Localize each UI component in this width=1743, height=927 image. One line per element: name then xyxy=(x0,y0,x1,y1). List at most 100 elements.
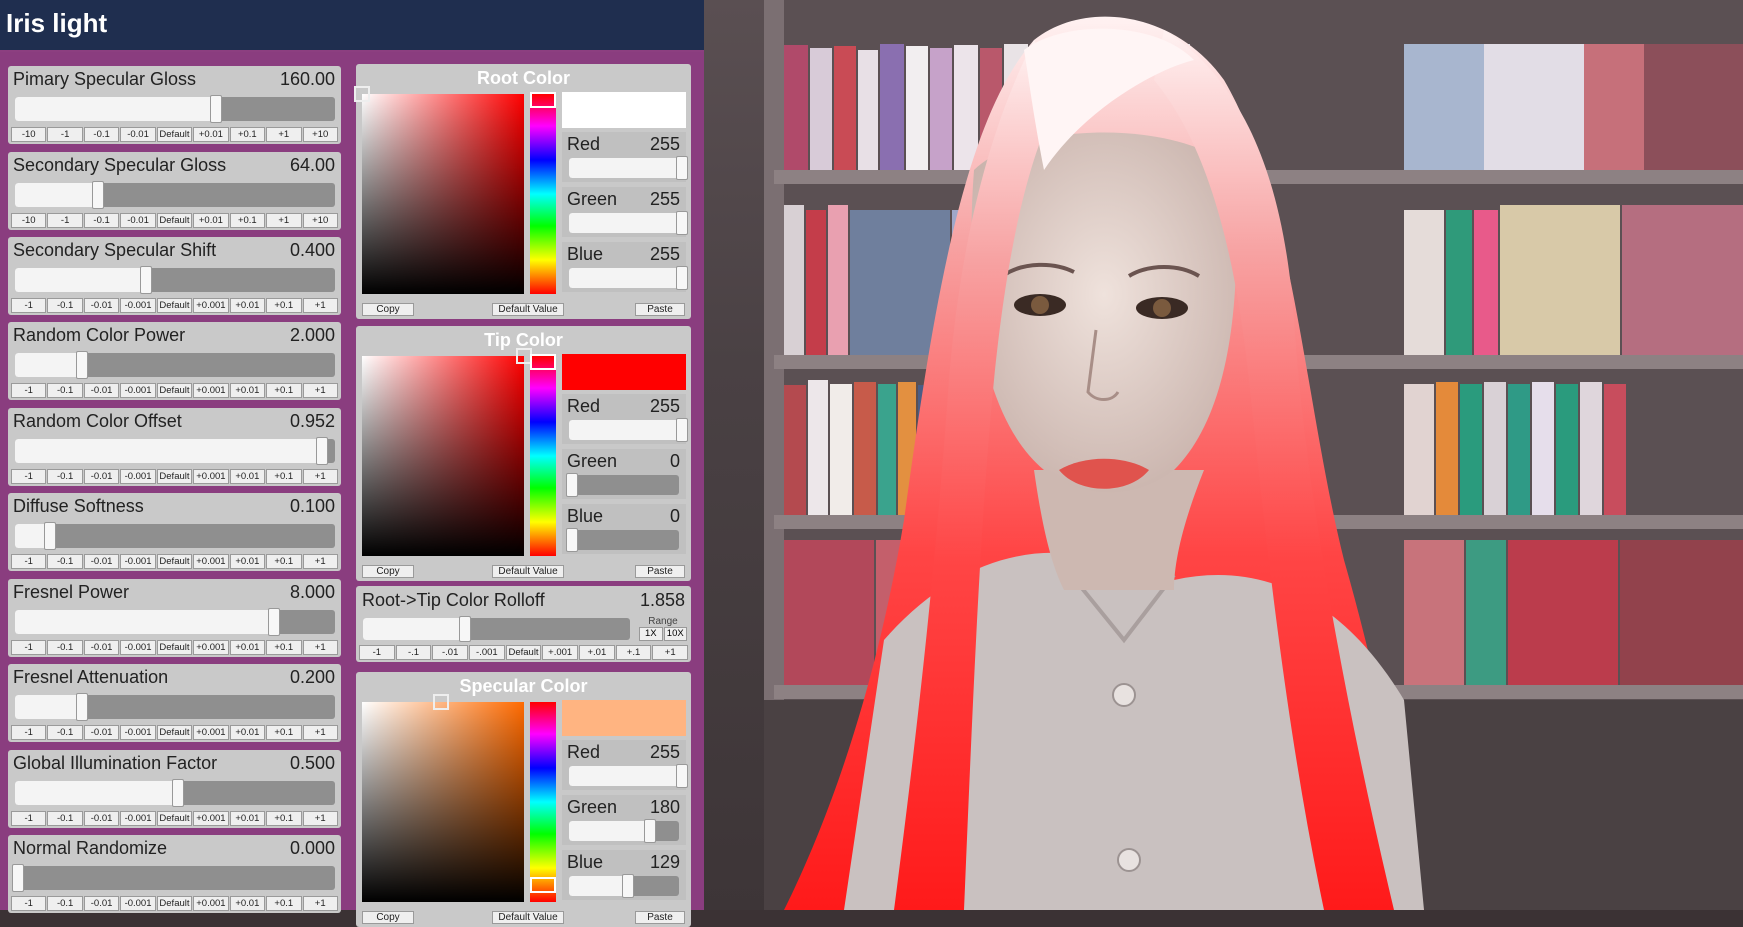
step-button[interactable]: Default xyxy=(156,811,193,826)
step-button[interactable]: -.001 xyxy=(469,645,505,660)
step-button[interactable]: -1 xyxy=(11,896,47,911)
channel-value[interactable]: 255 xyxy=(650,244,680,265)
channel-slider[interactable] xyxy=(566,528,679,552)
step-button[interactable]: +0.1 xyxy=(266,469,302,484)
paste-button[interactable]: Paste xyxy=(635,565,685,578)
channel-value[interactable]: 255 xyxy=(650,134,680,155)
step-button[interactable]: +0.1 xyxy=(266,640,302,655)
step-button[interactable]: +0.1 xyxy=(266,298,302,313)
step-button[interactable]: +0.1 xyxy=(229,213,266,228)
step-button[interactable]: +1 xyxy=(302,383,338,398)
step-button[interactable]: +0.1 xyxy=(229,127,266,142)
step-button[interactable]: +1 xyxy=(302,896,338,911)
step-button[interactable]: +10 xyxy=(302,127,338,142)
step-button[interactable]: +0.01 xyxy=(229,298,266,313)
step-button[interactable]: +1 xyxy=(302,811,338,826)
step-button[interactable]: Default xyxy=(156,383,193,398)
step-button[interactable]: +0.1 xyxy=(266,554,302,569)
channel-knob[interactable] xyxy=(676,764,688,788)
step-button[interactable]: -0.01 xyxy=(120,213,156,228)
step-button[interactable]: Default xyxy=(156,469,193,484)
step-button[interactable]: +0.01 xyxy=(193,213,229,228)
step-button[interactable]: -0.1 xyxy=(47,640,83,655)
paste-button[interactable]: Paste xyxy=(635,303,685,316)
slider-track[interactable] xyxy=(12,864,335,892)
hue-strip[interactable] xyxy=(530,356,556,556)
step-button[interactable]: -0.01 xyxy=(83,896,120,911)
step-button[interactable]: -0.1 xyxy=(47,298,83,313)
slider-knob[interactable] xyxy=(44,522,56,550)
step-button[interactable]: Default xyxy=(156,298,193,313)
step-button[interactable]: -0.001 xyxy=(120,554,156,569)
slider-knob[interactable] xyxy=(140,266,152,294)
slider-value[interactable]: 0.952 xyxy=(290,411,335,432)
step-button[interactable]: -0.1 xyxy=(47,554,83,569)
step-button[interactable]: +0.01 xyxy=(229,383,266,398)
step-button[interactable]: -0.01 xyxy=(83,298,120,313)
step-button[interactable]: -0.1 xyxy=(47,383,83,398)
step-button[interactable]: -0.01 xyxy=(83,383,120,398)
slider-track[interactable] xyxy=(15,95,335,123)
step-button[interactable]: +0.1 xyxy=(266,896,302,911)
rolloff-value[interactable]: 1.858 xyxy=(640,590,685,611)
step-button[interactable]: -0.01 xyxy=(83,469,120,484)
channel-slider[interactable] xyxy=(569,211,688,235)
step-button[interactable]: -0.001 xyxy=(120,811,156,826)
step-button[interactable]: +0.001 xyxy=(193,811,229,826)
step-button[interactable]: +0.001 xyxy=(193,298,229,313)
default-value-button[interactable]: Default Value xyxy=(492,565,564,578)
channel-slider[interactable] xyxy=(569,156,688,180)
channel-value[interactable]: 255 xyxy=(650,742,680,763)
step-button[interactable]: -10 xyxy=(11,213,47,228)
step-button[interactable]: -0.01 xyxy=(120,127,156,142)
channel-value[interactable]: 255 xyxy=(650,189,680,210)
step-button[interactable]: +0.001 xyxy=(193,640,229,655)
default-value-button[interactable]: Default Value xyxy=(492,911,564,924)
channel-slider[interactable] xyxy=(569,819,679,843)
step-button[interactable]: Default xyxy=(156,640,193,655)
step-button[interactable]: +1 xyxy=(266,127,302,142)
slider-track[interactable] xyxy=(15,437,335,465)
step-button[interactable]: -1 xyxy=(11,469,47,484)
window-title[interactable]: Iris light xyxy=(0,0,704,50)
copy-button[interactable]: Copy xyxy=(362,303,414,316)
slider-knob[interactable] xyxy=(76,351,88,379)
slider-value[interactable]: 2.000 xyxy=(290,325,335,346)
slider-track[interactable] xyxy=(15,522,335,550)
step-button[interactable]: -1 xyxy=(359,645,395,660)
hue-marker[interactable] xyxy=(530,354,556,370)
saturation-value-field[interactable] xyxy=(362,702,524,902)
step-button[interactable]: +0.001 xyxy=(193,896,229,911)
sv-marker[interactable] xyxy=(354,86,370,102)
step-button[interactable]: +0.1 xyxy=(266,811,302,826)
step-button[interactable]: -0.1 xyxy=(47,811,83,826)
step-button[interactable]: +.001 xyxy=(542,645,579,660)
step-button[interactable]: +1 xyxy=(302,469,338,484)
step-button[interactable]: +.1 xyxy=(615,645,652,660)
step-button[interactable]: +0.01 xyxy=(229,896,266,911)
step-button[interactable]: -0.001 xyxy=(120,725,156,740)
channel-value[interactable]: 255 xyxy=(650,396,680,417)
step-button[interactable]: +1 xyxy=(652,645,689,660)
sv-marker[interactable] xyxy=(433,694,450,710)
channel-knob[interactable] xyxy=(676,156,688,180)
step-button[interactable]: +0.01 xyxy=(229,554,266,569)
slider-track[interactable] xyxy=(15,181,335,209)
channel-knob[interactable] xyxy=(643,819,656,843)
step-button[interactable]: +1 xyxy=(266,213,302,228)
slider-value[interactable]: 0.400 xyxy=(290,240,335,261)
slider-knob[interactable] xyxy=(210,95,223,123)
channel-knob[interactable] xyxy=(566,473,578,497)
saturation-value-field[interactable] xyxy=(362,356,524,556)
step-button[interactable]: -0.001 xyxy=(120,298,156,313)
slider-track[interactable] xyxy=(15,693,335,721)
slider-value[interactable]: 0.000 xyxy=(290,838,335,859)
step-button[interactable]: +0.001 xyxy=(193,554,229,569)
hue-strip[interactable] xyxy=(530,702,556,902)
slider-knob[interactable] xyxy=(172,779,184,807)
step-button[interactable]: -1 xyxy=(11,383,47,398)
step-button[interactable]: +0.001 xyxy=(193,469,229,484)
channel-slider[interactable] xyxy=(566,473,679,497)
channel-value[interactable]: 0 xyxy=(670,451,680,472)
saturation-value-field[interactable] xyxy=(362,94,524,294)
